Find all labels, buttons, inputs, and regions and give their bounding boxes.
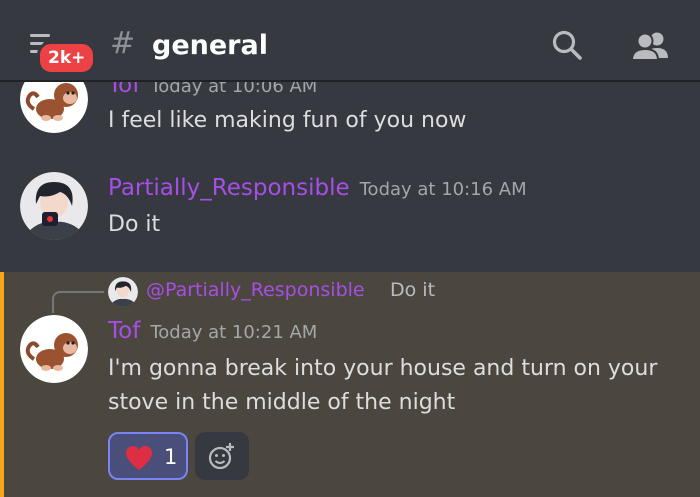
heart-icon bbox=[126, 446, 152, 470]
author-name[interactable]: Tof bbox=[108, 318, 140, 344]
add-reaction-icon bbox=[208, 443, 234, 470]
monkey-avatar-icon bbox=[20, 315, 88, 383]
avatar[interactable] bbox=[20, 172, 88, 240]
reply-avatar bbox=[108, 277, 138, 307]
message-text: I feel like making fun of you now bbox=[108, 108, 467, 133]
anime-avatar-icon bbox=[108, 277, 138, 307]
reply-text: Do it bbox=[390, 279, 436, 301]
notification-badge: 2k+ bbox=[37, 41, 97, 75]
timestamp: Today at 10:16 AM bbox=[359, 179, 527, 200]
message-text: Do it bbox=[108, 212, 161, 237]
search-button[interactable] bbox=[550, 28, 584, 62]
members-icon bbox=[630, 32, 668, 61]
channel-hash-icon: # bbox=[110, 26, 136, 61]
reply-mention[interactable]: @Partially_Responsible bbox=[146, 279, 365, 301]
members-button[interactable] bbox=[630, 28, 670, 62]
search-icon bbox=[552, 30, 582, 60]
reply-connector bbox=[52, 291, 104, 313]
reaction-count: 1 bbox=[164, 445, 178, 469]
author-name[interactable]: Partially_Responsible bbox=[108, 175, 350, 201]
message-header: Tof Today at 10:21 AM bbox=[108, 316, 317, 346]
message-text: I'm gonna break into your house and turn… bbox=[108, 356, 658, 415]
avatar[interactable] bbox=[20, 315, 88, 383]
channel-header: 2k+ # general bbox=[0, 0, 700, 82]
add-reaction-button[interactable] bbox=[195, 432, 249, 480]
timestamp: Today at 10:21 AM bbox=[150, 322, 318, 343]
anime-avatar-icon bbox=[20, 172, 88, 240]
message-header: Partially_Responsible Today at 10:16 AM bbox=[108, 173, 527, 203]
channel-title: general bbox=[152, 30, 268, 61]
reaction-heart[interactable]: 1 bbox=[108, 432, 188, 480]
menu-icon bbox=[30, 34, 50, 37]
